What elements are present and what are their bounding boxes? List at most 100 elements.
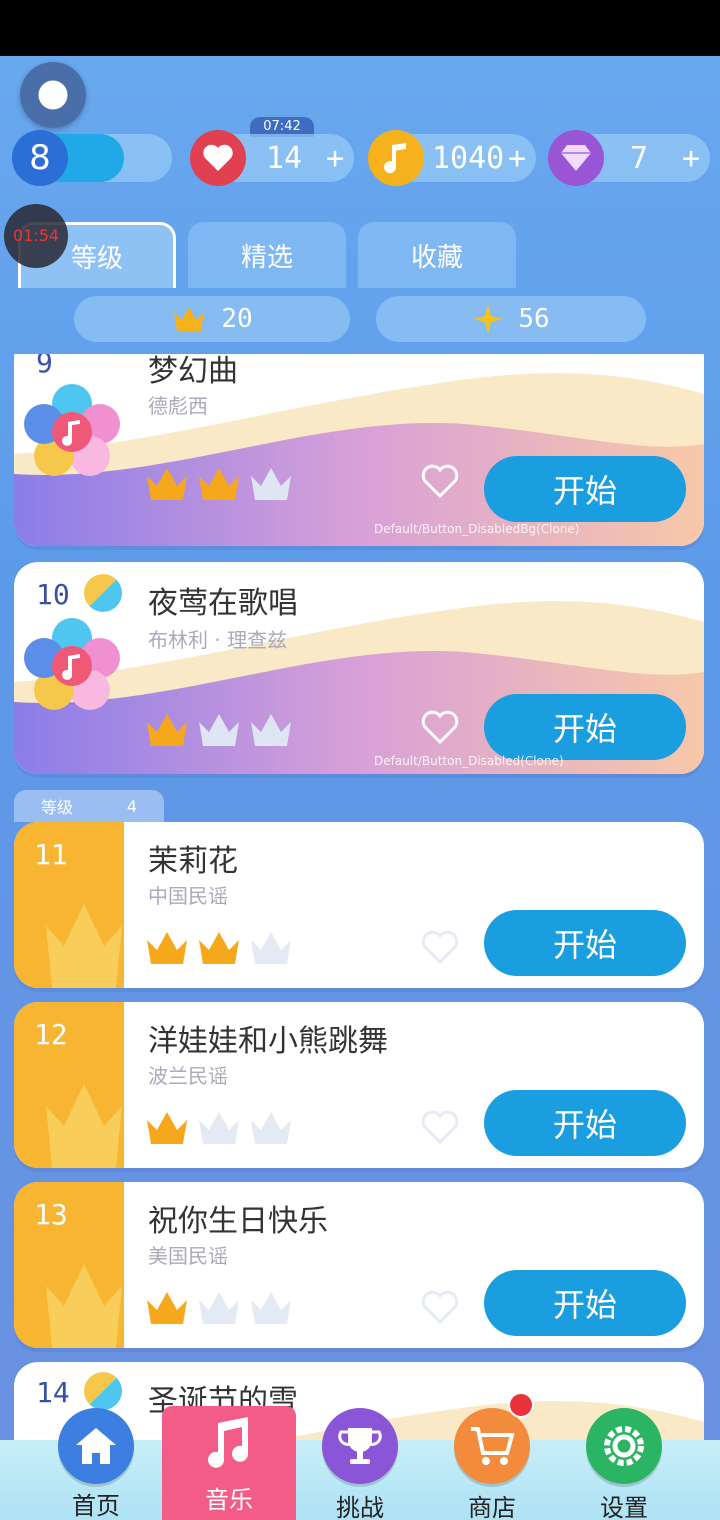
overlay-timer: 01:54: [4, 204, 68, 268]
crown-icon: [147, 1112, 187, 1144]
nav-shop-label: 商店: [468, 1494, 516, 1520]
song-list[interactable]: 9 梦幻曲 德彪西 开始 Default/Button_DisabledBg(C…: [0, 354, 720, 1444]
section-label: 等级: [40, 798, 73, 817]
home-icon: [58, 1408, 134, 1484]
add-lives-button[interactable]: +: [326, 141, 344, 176]
crown-icon: [251, 468, 291, 500]
crown-watermark-icon: [46, 1084, 122, 1168]
song-title: 洋娃娃和小熊跳舞: [148, 1024, 388, 1059]
star-icon: [473, 304, 504, 334]
heart-outline-icon[interactable]: [420, 464, 460, 500]
crown-icon: [251, 932, 291, 964]
crown-icon: [147, 468, 187, 500]
song-number: 12: [34, 1018, 68, 1051]
song-number: 11: [34, 838, 68, 871]
song-artist: 德彪西: [148, 394, 208, 418]
crown-watermark-icon: [46, 1264, 122, 1348]
start-button[interactable]: 开始: [484, 910, 686, 976]
crown-icon: [199, 714, 239, 746]
music-flower-icon: [22, 382, 122, 482]
card-side-panel: [14, 1182, 124, 1348]
avatar-button[interactable]: [20, 62, 86, 128]
tab-featured-label: 精选: [240, 242, 293, 273]
debug-label: Default/Button_Disabled(Clone): [374, 754, 564, 768]
crown-icon: [199, 932, 239, 964]
crown-icon: [147, 1292, 187, 1324]
song-number: 10: [36, 578, 70, 611]
song-card[interactable]: 10 夜莺在歌唱 布林利 · 理查兹 开始 Default/Button_Dis…: [14, 562, 704, 774]
song-title: 茉莉花: [148, 844, 238, 879]
crown-rating: [144, 928, 294, 968]
song-artist: 波兰民谣: [148, 1064, 228, 1088]
heart-outline-icon[interactable]: [420, 930, 460, 966]
nav-music[interactable]: 音乐: [162, 1406, 296, 1520]
crown-icon: [174, 307, 205, 331]
nav-settings[interactable]: 设置: [564, 1396, 684, 1520]
music-note-icon: [162, 1414, 296, 1470]
song-title: 夜莺在歌唱: [148, 586, 298, 621]
cart-icon: [454, 1408, 530, 1484]
tab-favorites[interactable]: 收藏: [358, 222, 516, 288]
tab-featured[interactable]: 精选: [188, 222, 346, 288]
tab-favorites-label: 收藏: [410, 242, 463, 273]
crowns-stat: 20: [74, 296, 350, 342]
start-button[interactable]: 开始: [484, 694, 686, 760]
crowns-count: 20: [221, 304, 253, 334]
song-artist: 中国民谣: [148, 884, 228, 908]
trophy-icon: [322, 1408, 398, 1484]
song-number: 13: [34, 1198, 68, 1231]
level-value: 8: [29, 138, 51, 178]
crown-icon: [199, 1112, 239, 1144]
crown-rating: [144, 464, 294, 504]
crown-icon: [199, 1292, 239, 1324]
song-card[interactable]: 13 祝你生日快乐 美国民谣 开始: [14, 1182, 704, 1348]
heart-outline-icon[interactable]: [420, 1110, 460, 1146]
stars-stat: 56: [376, 296, 646, 342]
add-notes-button[interactable]: +: [508, 141, 526, 176]
level-badge: 8: [12, 130, 68, 186]
gems-count: 7: [630, 140, 649, 176]
crown-rating: [144, 1108, 294, 1148]
song-card[interactable]: 12 洋娃娃和小熊跳舞 波兰民谣 开始: [14, 1002, 704, 1168]
nav-challenge-label: 挑战: [336, 1494, 384, 1520]
nav-home-label: 首页: [72, 1492, 120, 1520]
crown-icon: [251, 1292, 291, 1324]
song-number: 9: [36, 354, 53, 379]
stars-count: 56: [518, 304, 550, 334]
card-side-panel: [14, 822, 124, 988]
nav-shop[interactable]: 商店: [432, 1392, 552, 1520]
bubble-icon: [84, 574, 122, 612]
start-button[interactable]: 开始: [484, 1090, 686, 1156]
notification-badge: [508, 1392, 534, 1418]
notes-count: 1040: [432, 140, 505, 176]
heart-outline-icon[interactable]: [420, 1290, 460, 1326]
gear-icon: [586, 1408, 662, 1484]
song-artist: 美国民谣: [148, 1244, 228, 1268]
nav-home[interactable]: 首页: [36, 1396, 156, 1520]
section-tab: 等级 4: [14, 790, 164, 822]
lives-count: 14: [266, 140, 303, 176]
card-side-panel: [14, 1002, 124, 1168]
crown-icon: [147, 932, 187, 964]
nav-music-label: 音乐: [205, 1486, 253, 1514]
crown-icon: [147, 714, 187, 746]
crown-watermark-icon: [46, 904, 122, 988]
music-note-icon: [368, 130, 424, 186]
heart-outline-icon[interactable]: [420, 710, 460, 746]
tab-level-label: 等级: [70, 244, 123, 274]
crown-icon: [251, 1112, 291, 1144]
start-button[interactable]: 开始: [484, 456, 686, 522]
song-card[interactable]: 11 茉莉花 中国民谣 开始: [14, 822, 704, 988]
song-artist: 布林利 · 理查兹: [148, 628, 288, 652]
section-count: 4: [126, 796, 138, 816]
debug-label: Default/Button_DisabledBg(Clone): [374, 522, 580, 536]
nav-challenge[interactable]: 挑战: [300, 1396, 420, 1520]
start-button[interactable]: 开始: [484, 1270, 686, 1336]
add-gems-button[interactable]: +: [682, 141, 700, 176]
nav-settings-label: 设置: [600, 1494, 648, 1520]
song-title: 祝你生日快乐: [148, 1204, 328, 1239]
status-bar: [0, 0, 720, 56]
crown-icon: [251, 714, 291, 746]
song-card[interactable]: 9 梦幻曲 德彪西 开始 Default/Button_DisabledBg(C…: [14, 354, 704, 546]
heart-icon: [190, 130, 246, 186]
